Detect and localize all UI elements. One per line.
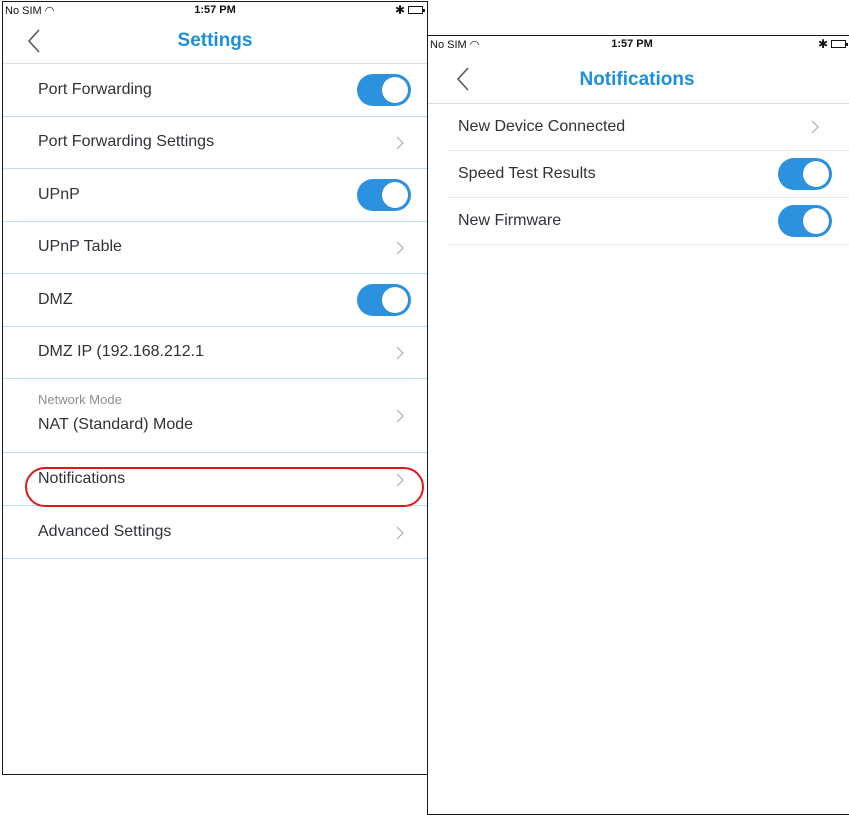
speed-test-results-toggle[interactable] [778, 158, 832, 190]
bluetooth-icon: ✱ [394, 3, 405, 17]
chevron-right-icon [396, 241, 404, 255]
new-device-connected-row[interactable]: New Device Connected [448, 104, 849, 151]
notifications-screen: No SIM ◠ 1:57 PM ✱ Notifications New Devi… [427, 35, 849, 815]
new-firmware-label: New Firmware [458, 212, 562, 229]
battery-icon [831, 40, 848, 48]
chevron-right-icon [396, 136, 404, 150]
nav-bar: Notifications [428, 53, 849, 104]
dmz-toggle[interactable] [357, 284, 411, 316]
dmz-ip-row[interactable]: DMZ IP (192.168.212.1 [3, 327, 427, 379]
new-firmware-row: New Firmware [448, 198, 849, 245]
advanced-settings-label: Advanced Settings [38, 523, 172, 540]
status-time: 1:57 PM [194, 4, 236, 16]
page-title: Notifications [579, 69, 695, 90]
page-title: Settings [177, 30, 253, 51]
upnp-table-row[interactable]: UPnP Table [3, 222, 427, 274]
upnp-row: UPnP [3, 169, 427, 222]
dmz-label: DMZ [38, 291, 73, 308]
chevron-right-icon [396, 526, 404, 540]
new-firmware-toggle[interactable] [778, 205, 832, 237]
upnp-table-label: UPnP Table [38, 238, 122, 255]
notifications-highlight-outline [25, 467, 424, 507]
upnp-toggle[interactable] [357, 179, 411, 211]
status-bar: No SIM ◠ 1:57 PM ✱ [428, 36, 849, 53]
bluetooth-icon: ✱ [817, 37, 828, 51]
network-mode-value: NAT (Standard) Mode [38, 416, 194, 433]
dmz-ip-label: DMZ IP (192.168.212.1 [38, 343, 205, 360]
battery-icon [408, 6, 425, 14]
chevron-right-icon [811, 120, 819, 134]
network-mode-row[interactable]: Network Mode NAT (Standard) Mode [3, 379, 427, 453]
nav-bar: Settings [3, 19, 427, 64]
port-forwarding-toggle[interactable] [357, 74, 411, 106]
port-forwarding-settings-row[interactable]: Port Forwarding Settings [3, 117, 427, 169]
status-bar: No SIM ◠ 1:57 PM ✱ [3, 2, 427, 19]
upnp-label: UPnP [38, 186, 80, 203]
status-time: 1:57 PM [611, 38, 653, 50]
dmz-row: DMZ [3, 274, 427, 327]
settings-screen: No SIM ◠ 1:57 PM ✱ Settings Port Forwardi… [2, 1, 428, 775]
chevron-right-icon [396, 409, 404, 423]
new-device-connected-label: New Device Connected [458, 118, 626, 135]
speed-test-results-row: Speed Test Results [448, 151, 849, 198]
port-forwarding-settings-label: Port Forwarding Settings [38, 133, 215, 150]
port-forwarding-label: Port Forwarding [38, 81, 152, 98]
port-forwarding-row: Port Forwarding [3, 64, 427, 117]
advanced-settings-row[interactable]: Advanced Settings [3, 506, 427, 559]
chevron-right-icon [396, 346, 404, 360]
network-mode-caption: Network Mode [38, 392, 122, 407]
speed-test-results-label: Speed Test Results [458, 165, 596, 182]
